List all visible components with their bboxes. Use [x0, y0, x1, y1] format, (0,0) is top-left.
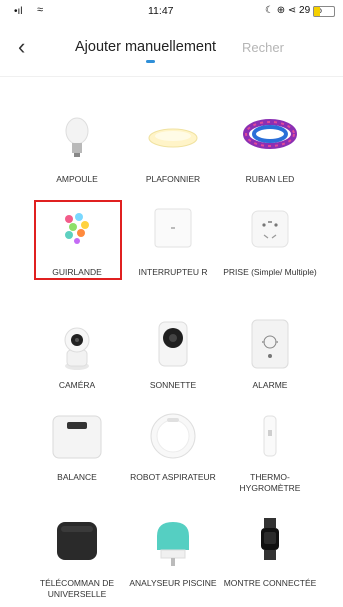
device-montre-connectee[interactable]: MONTRE CONNECTÉE	[220, 516, 320, 589]
device-label: ROBOT ASPIRATEUR	[130, 472, 216, 482]
device-robot-aspirateur[interactable]: ROBOT ASPIRATEUR	[123, 410, 223, 483]
device-interrupteur[interactable]: INTERRUPTEU R	[123, 205, 223, 278]
device-label: ALARME	[252, 380, 288, 390]
doorbell-icon	[145, 318, 201, 374]
battery-icon	[313, 6, 335, 17]
device-ruban-led[interactable]: RUBAN LED	[220, 112, 320, 185]
robot-vacuum-icon	[145, 410, 201, 466]
smartwatch-icon	[242, 516, 298, 572]
pool-analyzer-icon	[145, 516, 201, 572]
device-alarme[interactable]: ALARME	[220, 318, 320, 391]
device-ampoule[interactable]: AMPOULE	[27, 112, 127, 185]
active-tab-indicator	[146, 60, 155, 63]
device-label: ANALYSEUR PISCINE	[129, 578, 217, 588]
bulb-icon	[49, 112, 105, 168]
device-label: TÉLÉCOMMAN DE UNIVERSELLE	[39, 578, 115, 599]
ceiling-light-icon	[145, 112, 201, 168]
device-thermo-hygrometre[interactable]: THERMO- HYGROMÈTRE	[220, 410, 320, 494]
device-label: INTERRUPTEU R	[138, 267, 208, 277]
status-time: 11:47	[148, 5, 174, 17]
selection-highlight	[34, 200, 122, 280]
device-label: PLAFONNIER	[145, 174, 201, 184]
device-analyseur-piscine[interactable]: ANALYSEUR PISCINE	[123, 516, 223, 589]
device-telecommande[interactable]: TÉLÉCOMMAN DE UNIVERSELLE	[27, 516, 127, 600]
device-label: CAMÉRA	[58, 380, 96, 390]
device-plafonnier[interactable]: PLAFONNIER	[123, 112, 223, 185]
device-label: RUBAN LED	[245, 174, 295, 184]
tab-search[interactable]: Recher	[242, 40, 284, 55]
device-label: AMPOULE	[56, 174, 98, 184]
device-label: MONTRE CONNECTÉE	[223, 578, 317, 588]
status-bar: •ıl ≈ 11:47 ☾ ⊕ ⋖ 29 %	[0, 0, 343, 22]
back-button[interactable]: ‹	[18, 34, 25, 60]
device-label: SONNETTE	[149, 380, 197, 390]
device-camera[interactable]: CAMÉRA	[27, 318, 127, 391]
scale-icon	[49, 410, 105, 466]
device-balance[interactable]: BALANCE	[27, 410, 127, 483]
led-strip-icon	[242, 112, 298, 168]
device-label: BALANCE	[57, 472, 97, 482]
smart-plug-icon	[242, 205, 298, 261]
tab-add-manually[interactable]: Ajouter manuellement	[75, 39, 216, 55]
device-prise[interactable]: PRISE (Simple/ Multiple)	[220, 205, 320, 278]
device-label: PRISE (Simple/ Multiple)	[223, 267, 317, 277]
thermometer-icon	[242, 410, 298, 466]
universal-remote-icon	[49, 516, 105, 572]
device-sonnette[interactable]: SONNETTE	[123, 318, 223, 391]
divider	[0, 76, 343, 77]
camera-icon	[49, 318, 105, 374]
device-label: THERMO- HYGROMÈTRE	[239, 472, 301, 493]
wifi-icon: ≈	[37, 4, 44, 16]
wall-switch-icon	[145, 205, 201, 261]
alarm-icon	[242, 318, 298, 374]
top-navigation: ‹ Ajouter manuellement Recher	[0, 32, 343, 66]
cellular-signal-icon: •ıl	[14, 6, 23, 17]
